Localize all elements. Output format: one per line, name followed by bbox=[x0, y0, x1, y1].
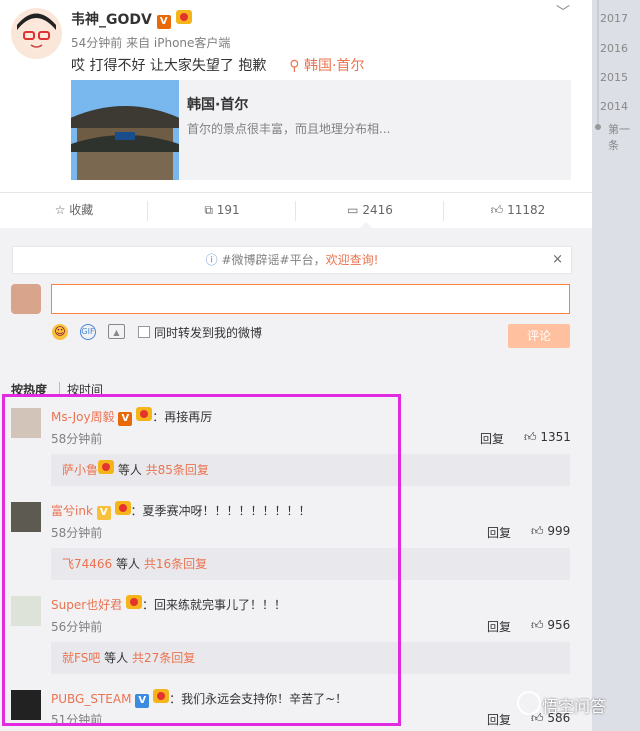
notice-text: #微博辟谣#平台， bbox=[221, 253, 326, 267]
comment-like-button[interactable]: 👍︎ 999 bbox=[531, 524, 570, 539]
forward-button[interactable]: ⧉ 191 bbox=[148, 193, 296, 229]
thumbs-up-icon: 👍︎ bbox=[531, 524, 544, 538]
author-name[interactable]: 韦神_GODV bbox=[71, 12, 152, 28]
comment-icon: ▭ bbox=[347, 203, 359, 217]
comment-like-count: 956 bbox=[547, 618, 571, 632]
timeline-year[interactable]: 2015 bbox=[600, 71, 628, 84]
vip-crown-icon bbox=[175, 10, 192, 24]
verified-badge-icon: V bbox=[156, 15, 171, 29]
emoji-icon[interactable]: ☺ bbox=[52, 324, 68, 340]
my-avatar[interactable] bbox=[11, 284, 41, 314]
favorite-button[interactable]: ☆ 收藏 bbox=[0, 193, 148, 229]
timeline-first[interactable]: 第一条 bbox=[608, 121, 640, 153]
thumbs-up-icon: 👍︎ bbox=[531, 618, 544, 632]
author-avatar[interactable] bbox=[11, 8, 62, 59]
location-pin-icon: ⚲ bbox=[289, 58, 300, 74]
notice-bar: ⓘ #微博辟谣#平台，欢迎查询! × bbox=[12, 246, 572, 274]
like-button[interactable]: 👍︎ 11182 bbox=[444, 193, 592, 229]
timeline-year[interactable]: 2014 bbox=[600, 100, 628, 113]
reply-button[interactable]: 回复 bbox=[487, 618, 511, 635]
post-text: 哎 打得不好 让大家失望了 抱歉 bbox=[71, 58, 267, 74]
timeline-dot-icon bbox=[595, 124, 601, 130]
thumbs-up-icon: 👍︎ bbox=[490, 203, 504, 217]
forward-icon: ⧉ bbox=[204, 203, 213, 217]
post-action-bar: ☆ 收藏 ⧉ 191 ▭ 2416 👍︎ 11182 bbox=[0, 192, 592, 229]
timeline-year[interactable]: 2017 bbox=[600, 12, 628, 25]
comment-input[interactable] bbox=[51, 284, 570, 314]
forward-count: 191 bbox=[216, 203, 240, 217]
comment-count: 2416 bbox=[362, 203, 393, 217]
reply-button[interactable]: 回复 bbox=[480, 430, 504, 447]
watermark-logo-icon bbox=[517, 691, 541, 715]
comment-tab-pointer bbox=[360, 222, 372, 228]
star-icon: ☆ bbox=[54, 203, 66, 217]
post-content: 哎 打得不好 让大家失望了 抱歉 ⚲ 韩国·首尔 bbox=[71, 55, 364, 75]
post-meta: 54分钟前 来自 iPhone客户端 bbox=[71, 36, 231, 50]
image-icon[interactable]: ▲ bbox=[108, 324, 125, 339]
chevron-down-icon[interactable]: ﹀ bbox=[556, 2, 570, 22]
author-name-row: 韦神_GODV V bbox=[71, 9, 192, 29]
location-card-image bbox=[71, 80, 179, 180]
like-count: 11182 bbox=[507, 203, 546, 217]
timeline-year[interactable]: 2016 bbox=[600, 42, 628, 55]
sort-divider bbox=[59, 382, 60, 394]
comment-like-button[interactable]: 👍︎ 956 bbox=[531, 618, 570, 633]
location-card-title: 韩国·首尔 bbox=[187, 97, 249, 113]
notice-link[interactable]: 欢迎查询! bbox=[326, 253, 379, 267]
reply-button[interactable]: 回复 bbox=[487, 711, 511, 728]
comment-like-count: 1351 bbox=[540, 430, 571, 444]
post-location[interactable]: 韩国·首尔 bbox=[304, 58, 364, 74]
location-card[interactable]: 韩国·首尔 首尔的景点很丰富，而且地理分布相... bbox=[71, 80, 571, 180]
close-icon[interactable]: × bbox=[552, 247, 563, 273]
favorite-label: 收藏 bbox=[69, 203, 94, 217]
comment-like-button[interactable]: 👍︎ 1351 bbox=[524, 430, 571, 445]
gif-icon[interactable]: GIF bbox=[80, 324, 96, 340]
reply-button[interactable]: 回复 bbox=[487, 524, 511, 541]
timeline-line bbox=[597, 0, 599, 125]
watermark: 悟空问答 bbox=[542, 697, 607, 716]
location-card-desc: 首尔的景点很丰富，而且地理分布相... bbox=[187, 122, 391, 136]
highlight-box bbox=[2, 394, 401, 726]
submit-comment-button[interactable]: 评论 bbox=[508, 324, 570, 348]
info-icon: ⓘ bbox=[205, 253, 218, 267]
comment-like-count: 999 bbox=[547, 524, 571, 538]
thumbs-up-icon: 👍︎ bbox=[524, 430, 537, 444]
forward-checkbox-label: 同时转发到我的微博 bbox=[154, 326, 263, 340]
forward-checkbox[interactable] bbox=[138, 326, 150, 338]
timeline-rail: 2017 2016 2015 2014 第一条 bbox=[592, 0, 640, 731]
